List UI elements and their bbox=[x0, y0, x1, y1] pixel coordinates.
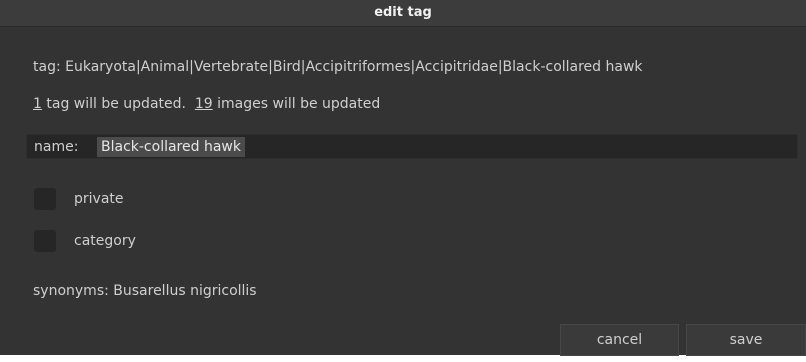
private-label: private bbox=[74, 191, 124, 207]
name-field-row[interactable]: name: Black-collared hawk bbox=[26, 134, 798, 159]
name-label: name: bbox=[34, 139, 79, 155]
category-label: category bbox=[74, 233, 136, 249]
dialog-titlebar: edit tag bbox=[0, 0, 806, 27]
tags-count: 1 bbox=[33, 96, 42, 112]
name-input[interactable]: Black-collared hawk bbox=[97, 137, 245, 157]
tag-path-label: tag: Eukaryota|Animal|Vertebrate|Bird|Ac… bbox=[33, 59, 643, 75]
dialog-title: edit tag bbox=[374, 5, 432, 20]
edit-tag-dialog: edit tag tag: Eukaryota|Animal|Vertebrat… bbox=[0, 0, 806, 356]
images-count: 19 bbox=[194, 96, 213, 112]
synonyms-field[interactable]: synonyms: Busarellus nigricollis bbox=[33, 282, 257, 300]
update-counts-label: 1 tag will be updated. 19 images will be… bbox=[33, 95, 380, 113]
tags-count-text: tag will be updated. bbox=[41, 96, 195, 112]
save-button[interactable]: save bbox=[686, 324, 806, 356]
private-checkbox[interactable] bbox=[34, 188, 56, 210]
category-checkbox[interactable] bbox=[34, 230, 56, 252]
cancel-button[interactable]: cancel bbox=[560, 324, 679, 356]
images-count-text: images will be updated bbox=[212, 96, 381, 112]
